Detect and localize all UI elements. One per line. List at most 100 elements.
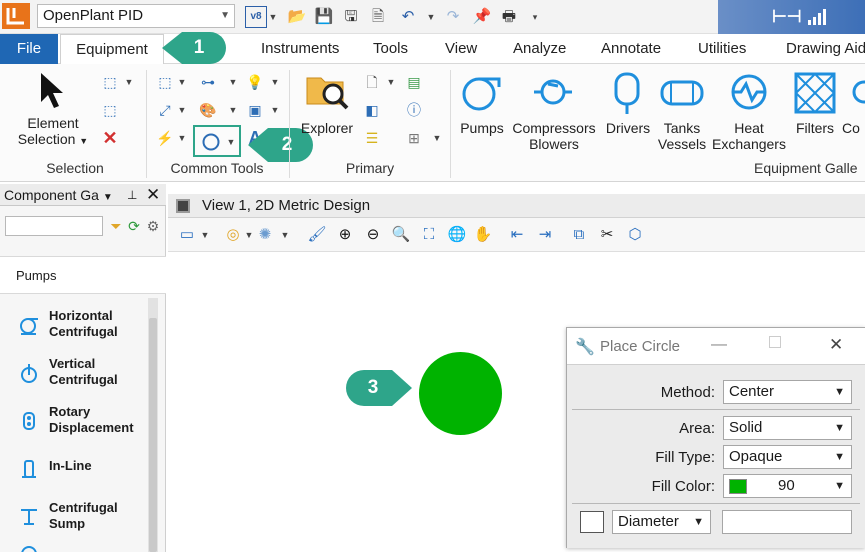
list-item-vertical-centrifugal[interactable]: Vertical Centrifugal <box>0 350 146 398</box>
save-settings-icon[interactable]: 🖫 <box>341 7 361 27</box>
chevron-down-icon[interactable]: ▼ <box>244 225 254 245</box>
save-icon[interactable]: 💾 <box>314 7 334 27</box>
view-attributes-icon[interactable]: ▭ <box>176 224 198 246</box>
pin-panel-icon[interactable]: ⊥ <box>127 186 141 204</box>
print-icon[interactable]: 🖶 <box>499 7 519 27</box>
tab-equipment[interactable]: Equipment <box>60 34 164 65</box>
customize-toolbar-icon[interactable]: ▾ <box>530 7 540 27</box>
fit-view-icon[interactable]: ⛶ <box>418 224 440 246</box>
chevron-down-icon[interactable]: ▼ <box>270 100 280 120</box>
chevron-down-icon[interactable]: ▼ <box>280 225 290 245</box>
tab-analyze[interactable]: Analyze <box>505 34 574 64</box>
pumps-icon[interactable] <box>459 70 505 116</box>
light-bulb-icon[interactable]: 💡 <box>245 72 265 92</box>
tanks-icon[interactable] <box>659 70 705 116</box>
pin-icon[interactable]: 📌 <box>472 7 492 27</box>
chevron-down-icon[interactable]: ▼ <box>177 72 187 92</box>
chevron-down-icon[interactable]: ▼ <box>103 192 113 203</box>
zoom-in-icon[interactable]: ⊕ <box>334 224 356 246</box>
next-view-icon[interactable]: ⇥ <box>534 224 556 246</box>
copy-view-icon[interactable]: ⧉ <box>568 224 590 246</box>
chevron-down-icon[interactable]: ▼ <box>177 128 187 148</box>
place-line-icon[interactable]: ⊶ <box>198 72 218 92</box>
gallery-item-tanks[interactable]: Tanks Vessels <box>652 120 712 152</box>
measure-icon[interactable]: ⚡ <box>155 128 175 148</box>
lock-checkbox[interactable] <box>580 511 604 533</box>
fill-type-select[interactable]: Opaque ▼ <box>723 445 852 469</box>
conveyors-icon[interactable] <box>850 70 865 116</box>
document-icon[interactable]: 🗋 <box>362 72 382 92</box>
list-item-rotary-displacement[interactable]: Rotary Displacement <box>0 398 146 446</box>
redo-icon[interactable]: ↷ <box>443 7 463 27</box>
place-circle-button[interactable]: ▼ <box>193 125 241 157</box>
cube-icon[interactable]: ◧ <box>362 100 382 120</box>
filters-icon[interactable] <box>792 70 838 116</box>
explorer-label[interactable]: Explorer <box>296 120 358 136</box>
method-select[interactable]: Center ▼ <box>723 380 852 404</box>
properties-icon[interactable]: 🗎 <box>368 7 388 27</box>
tab-utilities[interactable]: Utilities <box>690 34 754 64</box>
connect-icon[interactable]: ⊢⊣ <box>772 7 802 27</box>
scale-icon[interactable]: ⤢ <box>155 100 175 120</box>
info-icon[interactable]: ⓘ <box>404 100 424 120</box>
chevron-down-icon[interactable]: ▼ <box>426 7 436 27</box>
v8-icon[interactable]: v8 <box>245 6 267 28</box>
heat-exchangers-icon[interactable] <box>726 70 772 116</box>
tab-tools[interactable]: Tools <box>365 34 416 64</box>
list-item-horizontal-centrifugal[interactable]: Horizontal Centrifugal <box>0 302 146 350</box>
chevron-down-icon[interactable]: ▼ <box>124 72 134 92</box>
maximize-icon[interactable] <box>769 336 781 348</box>
chevron-down-icon[interactable]: ▼ <box>270 72 280 92</box>
update-view-icon[interactable]: 🖌 <box>306 224 328 246</box>
tab-view[interactable]: View <box>437 34 485 64</box>
app-logo-icon[interactable] <box>2 3 30 29</box>
gallery-item-conveyors[interactable]: Co <box>842 120 865 136</box>
chevron-down-icon[interactable]: ▼ <box>228 100 238 120</box>
lighting-icon[interactable]: ✺ <box>254 224 276 246</box>
layers-icon[interactable]: ☰ <box>362 128 382 148</box>
refresh-icon[interactable]: ⟳ <box>124 216 144 236</box>
component-section-pumps[interactable]: Pumps <box>0 256 166 294</box>
tab-drawing-aids[interactable]: Drawing Aids <box>778 34 865 64</box>
data-manager-icon[interactable]: ▤ <box>404 72 424 92</box>
palette-icon[interactable]: 🎨 <box>198 100 218 120</box>
rotate-view-icon[interactable]: 🌐 <box>446 224 468 246</box>
component-search-input[interactable] <box>5 216 103 236</box>
list-item-in-line[interactable]: In-Line <box>0 446 146 494</box>
chevron-down-icon[interactable]: ▼ <box>386 72 396 92</box>
gallery-item-filters[interactable]: Filters <box>790 120 840 136</box>
filter-icon[interactable]: ⏷ <box>106 216 126 236</box>
minimize-icon[interactable]: — <box>711 336 727 354</box>
dimension-mode-select[interactable]: Diameter ▼ <box>612 510 711 534</box>
display-style-icon[interactable]: ◎ <box>222 224 244 246</box>
clip-volume-icon[interactable]: ✂ <box>596 224 618 246</box>
tab-file[interactable]: File <box>0 34 58 64</box>
clip-mask-icon[interactable]: ⬡ <box>624 224 646 246</box>
explorer-icon[interactable] <box>305 70 351 112</box>
chevron-down-icon[interactable]: ▼ <box>268 7 278 27</box>
chevron-down-icon[interactable]: ▼ <box>432 128 442 148</box>
tab-annotate[interactable]: Annotate <box>593 34 669 64</box>
zoom-out-icon[interactable]: ⊖ <box>362 224 384 246</box>
diameter-input[interactable] <box>722 510 852 534</box>
scrollbar-thumb[interactable] <box>149 318 157 552</box>
element-selection-button[interactable]: Element Selection ▼ <box>16 115 90 149</box>
gallery-item-drivers[interactable]: Drivers <box>598 120 658 136</box>
settings-icon[interactable]: ⚙ <box>143 216 163 236</box>
compressors-icon[interactable] <box>530 70 576 116</box>
arrow-cursor-icon[interactable] <box>38 72 68 110</box>
chevron-down-icon[interactable]: ▼ <box>177 100 187 120</box>
fill-color-select[interactable]: 90 ▼ <box>723 474 852 498</box>
placed-circle[interactable] <box>419 352 502 435</box>
pan-view-icon[interactable]: ✋ <box>472 224 494 246</box>
gallery-item-heat-exchangers[interactable]: Heat Exchangers <box>710 120 788 152</box>
area-select[interactable]: Solid ▼ <box>723 416 852 440</box>
open-folder-icon[interactable]: 📂 <box>287 7 307 27</box>
gallery-item-pumps[interactable]: Pumps <box>452 120 512 136</box>
gallery-item-compressors[interactable]: Compressors Blowers <box>508 120 600 152</box>
chevron-down-icon[interactable]: ▼ <box>228 72 238 92</box>
tab-instruments[interactable]: Instruments <box>253 34 347 64</box>
select-group-icon[interactable]: ⬚ <box>100 100 120 120</box>
select-by-fence-icon[interactable]: ⬚ <box>100 72 120 92</box>
previous-view-icon[interactable]: ⇤ <box>506 224 528 246</box>
